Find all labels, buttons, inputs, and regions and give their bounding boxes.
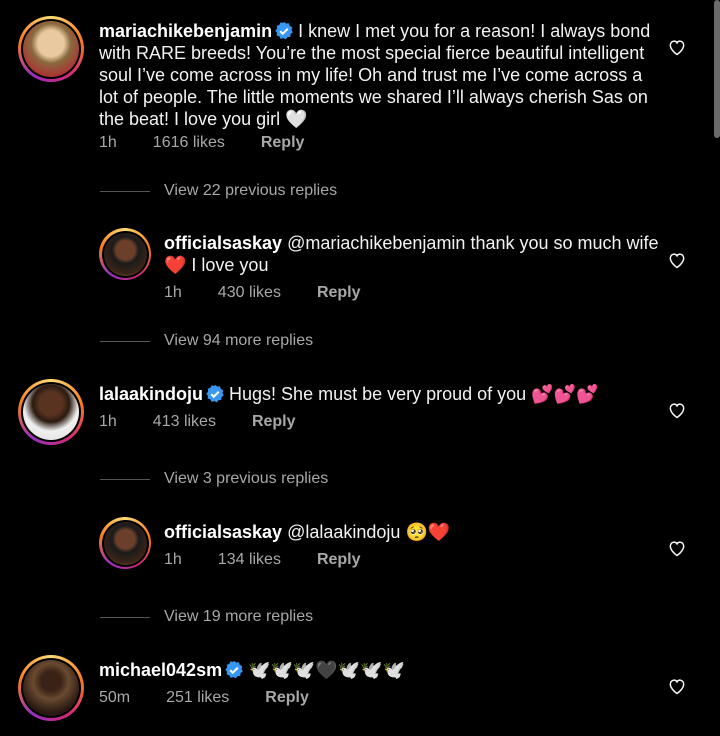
timestamp: 1h <box>164 551 182 568</box>
avatar[interactable] <box>99 517 151 569</box>
comment-text: mariachikebenjamin I knew I met you for a… <box>99 20 659 130</box>
comment-body: @lalaakindoju 🥺❤️ <box>287 522 451 542</box>
view-replies-label[interactable]: View 19 more replies <box>164 608 313 626</box>
like-count[interactable]: 413 likes <box>153 413 216 431</box>
scrollbar[interactable] <box>714 0 720 138</box>
comment-text: officialsaskay @lalaakindoju 🥺❤️ <box>164 521 664 543</box>
comment-text: lalaakindoju Hugs! She must be very proud… <box>99 383 659 405</box>
verified-badge-icon <box>225 660 243 679</box>
view-more-replies[interactable]: View 94 more replies <box>100 332 313 350</box>
verified-badge-icon <box>275 21 293 40</box>
view-more-replies[interactable]: View 19 more replies <box>100 608 313 626</box>
view-replies-label[interactable]: View 94 more replies <box>164 332 313 350</box>
heart-outline-icon[interactable] <box>667 37 687 57</box>
like-count[interactable]: 134 likes <box>218 551 281 569</box>
like-count[interactable]: 1616 likes <box>153 134 225 152</box>
view-replies-label[interactable]: View 3 previous replies <box>164 470 328 488</box>
comment-body: Hugs! She must be very proud of you 💕💕💕 <box>229 384 599 404</box>
avatar[interactable] <box>18 655 84 721</box>
username[interactable]: officialsaskay <box>164 233 282 253</box>
avatar[interactable] <box>99 228 151 280</box>
divider <box>100 190 150 192</box>
view-replies-label[interactable]: View 22 previous replies <box>164 182 337 200</box>
comment-meta: 1h 134 likes Reply <box>164 551 397 569</box>
comment-meta: 50m 251 likes Reply <box>99 689 345 707</box>
heart-outline-icon[interactable] <box>667 676 687 696</box>
timestamp: 50m <box>99 689 131 706</box>
divider <box>100 340 150 342</box>
view-previous-replies[interactable]: View 22 previous replies <box>100 182 337 200</box>
username[interactable]: lalaakindoju <box>99 384 203 404</box>
comment-meta: 1h 1616 likes Reply <box>99 134 340 152</box>
username[interactable]: officialsaskay <box>164 522 282 542</box>
comment-meta: 1h 413 likes Reply <box>99 413 332 431</box>
reply-button[interactable]: Reply <box>252 413 296 431</box>
comment-body: 🕊️🕊️🕊️🖤🕊️🕊️🕊️ <box>248 660 405 681</box>
like-count[interactable]: 251 likes <box>166 689 229 707</box>
verified-badge-icon <box>206 384 224 403</box>
reply-button[interactable]: Reply <box>317 551 361 569</box>
heart-outline-icon[interactable] <box>667 538 687 558</box>
timestamp: 1h <box>99 134 117 151</box>
username[interactable]: michael042sm <box>99 660 222 680</box>
view-previous-replies[interactable]: View 3 previous replies <box>100 470 328 488</box>
like-count[interactable]: 430 likes <box>218 284 281 302</box>
reply-button[interactable]: Reply <box>317 284 361 302</box>
divider <box>100 478 150 480</box>
heart-outline-icon[interactable] <box>667 250 687 270</box>
comment-text: michael042sm 🕊️🕊️🕊️🖤🕊️🕊️🕊️ <box>99 659 659 682</box>
comment-text: officialsaskay @mariachikebenjamin thank… <box>164 232 664 276</box>
timestamp: 1h <box>164 284 182 301</box>
timestamp: 1h <box>99 413 117 430</box>
avatar[interactable] <box>18 379 84 445</box>
comment-meta: 1h 430 likes Reply <box>164 284 397 302</box>
reply-button[interactable]: Reply <box>265 689 309 707</box>
avatar[interactable] <box>18 16 84 82</box>
divider <box>100 616 150 618</box>
heart-outline-icon[interactable] <box>667 400 687 420</box>
reply-button[interactable]: Reply <box>261 134 305 152</box>
username[interactable]: mariachikebenjamin <box>99 21 272 41</box>
